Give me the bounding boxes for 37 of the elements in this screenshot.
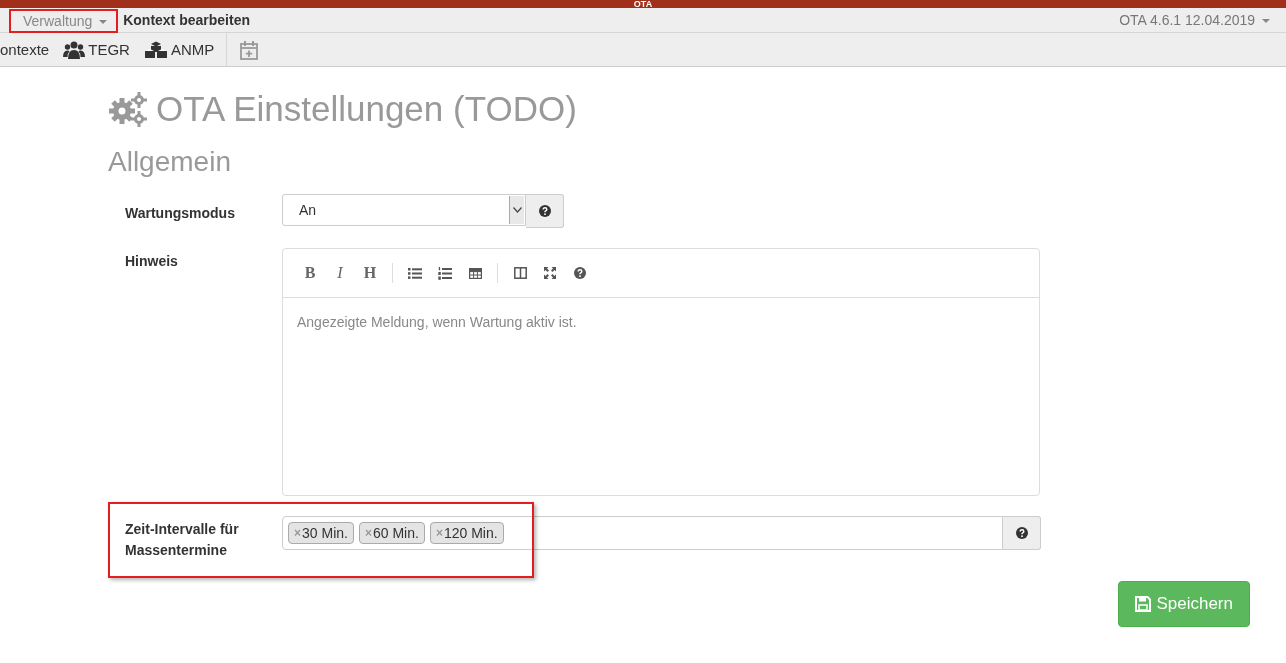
page-title: Kontext bearbeiten: [123, 12, 250, 28]
tag-label: 120 Min.: [443, 525, 498, 541]
version-menu[interactable]: OTA 4.6.1 12.04.2019: [1119, 12, 1270, 28]
table-icon: [468, 267, 482, 279]
field-label: Hinweis: [125, 252, 179, 271]
help-icon: [574, 267, 586, 279]
calendar-plus-icon: [239, 39, 260, 60]
help-icon: [1015, 527, 1028, 539]
users-icon: [63, 40, 86, 59]
columns-icon: [513, 267, 527, 279]
section-heading: Allgemein: [108, 146, 232, 178]
field-label: Zeit-Intervalle für Massentermine: [125, 520, 240, 560]
app-title: OTA: [633, 0, 653, 8]
format-button[interactable]: I: [326, 259, 354, 287]
caret-icon: [1262, 19, 1270, 24]
toolbar-item[interactable]: TEGR: [63, 40, 130, 59]
toolbar-item[interactable]: ANMP: [143, 40, 215, 59]
help-icon: [538, 205, 551, 217]
gears-icon: [108, 91, 148, 127]
help-button[interactable]: [1003, 516, 1041, 550]
list-icon: [408, 267, 422, 279]
caret-icon: [99, 20, 108, 25]
format-button[interactable]: B: [296, 259, 324, 287]
maintenance-select[interactable]: An: [282, 194, 526, 226]
fullscreen-icon: [544, 267, 556, 279]
markdown-editor[interactable]: B I H Angezeigte Meldung, wenn Wartung aktiv ist.: [282, 248, 1040, 496]
help-button[interactable]: [526, 194, 564, 228]
numbered-list-icon: [438, 266, 452, 280]
cubes-icon: [143, 40, 168, 59]
chevron-down-icon: [512, 207, 522, 213]
format-button[interactable]: H: [356, 259, 384, 287]
settings-title: OTA Einstellungen (TODO): [156, 89, 577, 129]
tag-label: 30 Min.: [302, 525, 348, 541]
toolbar-item[interactable]: ontexte: [0, 41, 50, 58]
field-label: Wartungsmodus: [125, 204, 236, 223]
notice-textarea[interactable]: Angezeigte Meldung, wenn Wartung aktiv ist.: [283, 298, 1039, 495]
tag-label: 60 Min.: [372, 525, 419, 541]
